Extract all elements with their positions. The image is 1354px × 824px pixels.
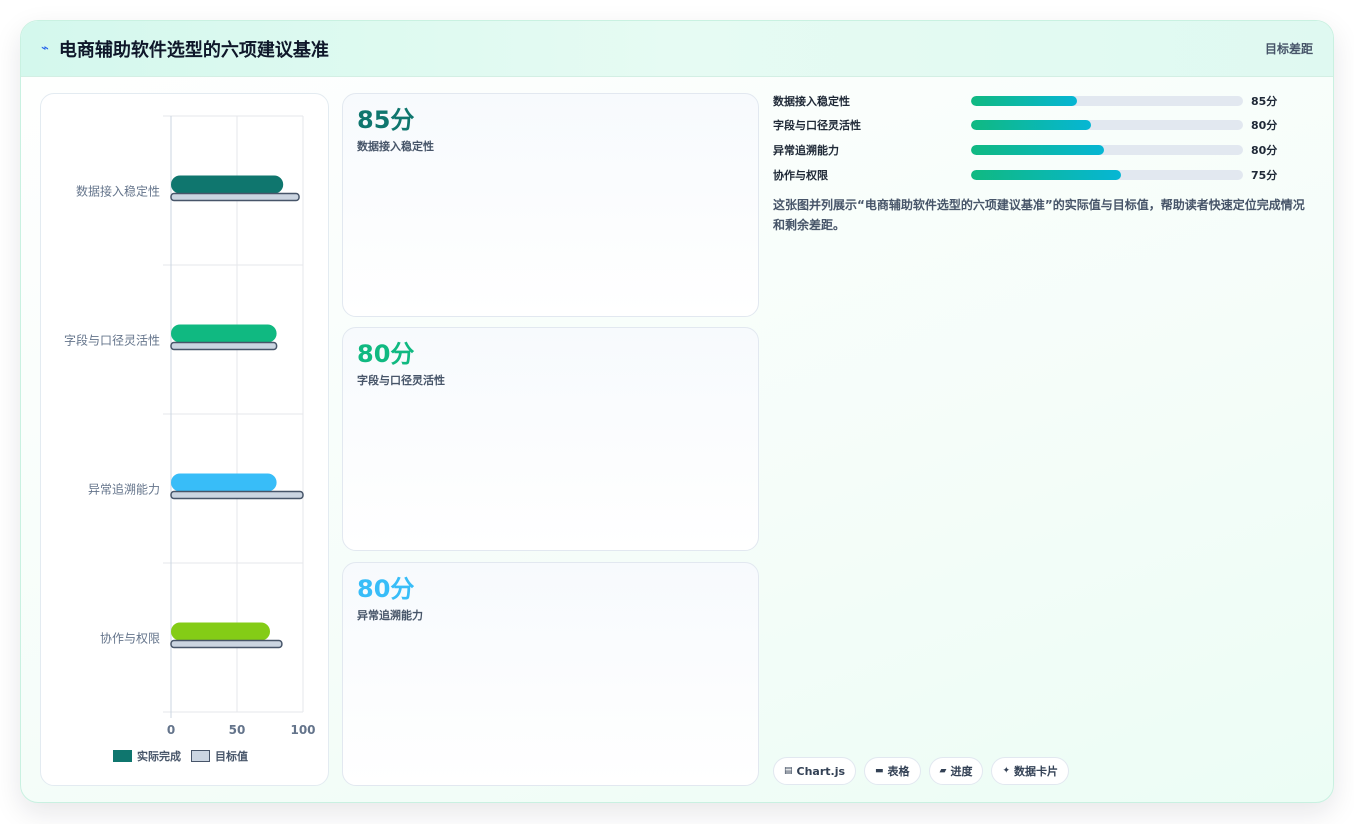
header-tag: 目标差距 (1264, 42, 1313, 56)
bar-actual (171, 175, 284, 194)
x-tick-label: 100 (290, 723, 315, 737)
kpi-value: 80分 (357, 340, 415, 368)
bar-actual (171, 622, 270, 641)
progress-track (971, 145, 1243, 155)
kpi-value: 85分 (357, 106, 415, 134)
progress-value: 75分 (1251, 169, 1278, 182)
chip-label: 进度 (950, 765, 973, 778)
progress-label: 字段与口径灵活性 (773, 119, 861, 132)
progress-track (971, 170, 1243, 180)
x-tick-label: 0 (167, 723, 175, 737)
progress-label: 协作与权限 (773, 169, 828, 182)
page-title: 电商辅助软件选型的六项建议基准 (58, 39, 329, 61)
tech-chips: ▤ Chart.js ▬ 表格 ▰ 进度 ✦ 数据卡片 (773, 757, 1070, 785)
chart-icon: ▤ (784, 766, 793, 776)
kpi-label: 异常追溯能力 (357, 609, 423, 622)
lightning-icon: ⌁ (41, 41, 49, 56)
kpi-value: 80分 (357, 575, 415, 603)
progress-value: 80分 (1251, 144, 1278, 157)
legend-swatch-actual (113, 750, 132, 762)
legend-item-target[interactable]: 目标值 (191, 748, 248, 764)
progress-track (971, 96, 1243, 106)
progress-fill (971, 170, 1121, 180)
title-wrap: ⌁ 电商辅助软件选型的六项建议基准 (41, 36, 329, 62)
progress-panel: 数据接入稳定性 85分 字段与口径灵活性 80分 异常追溯能力 80分 协作与权… (773, 93, 1318, 786)
category-label: 异常追溯能力 (88, 482, 160, 497)
progress-label: 数据接入稳定性 (773, 95, 850, 108)
progress-fill (971, 96, 1078, 106)
legend-label-actual: 实际完成 (137, 750, 181, 763)
legend-item-actual[interactable]: 实际完成 (113, 748, 181, 764)
chip-chartjs[interactable]: ▤ Chart.js (773, 757, 857, 785)
chip-label: 数据卡片 (1014, 765, 1059, 778)
progress-row: 协作与权限 75分 (773, 167, 1318, 183)
chart-legend: 实际完成 目标值 (113, 748, 248, 764)
header: ⌁ 电商辅助软件选型的六项建议基准 目标差距 (21, 21, 1333, 77)
progress-track (971, 120, 1243, 130)
progress-fill (971, 120, 1091, 130)
x-tick-label: 50 (229, 723, 246, 737)
bar-target (170, 341, 278, 351)
kpi-card: 80分 字段与口径灵活性 (342, 327, 759, 551)
chip-progress[interactable]: ▰ 进度 (928, 757, 984, 785)
progress-row: 字段与口径灵活性 80分 (773, 117, 1318, 133)
card-icon: ✦ (1002, 766, 1011, 776)
legend-label-target: 目标值 (215, 750, 248, 763)
progress-row: 异常追溯能力 80分 (773, 142, 1318, 158)
dashboard-frame: ⌁ 电商辅助软件选型的六项建议基准 目标差距 0 50 100 数据接入稳定性 字段与口… (20, 20, 1334, 803)
chip-label: Chart.js (796, 764, 846, 778)
progress-fill (971, 145, 1105, 155)
chip-table[interactable]: ▬ 表格 (864, 757, 921, 785)
bar-target (170, 639, 283, 649)
chart-card: 0 50 100 数据接入稳定性字段与口径灵活性异常追溯能力协作与权限 实际完成 目标… (40, 93, 329, 786)
chip-data-card[interactable]: ✦ 数据卡片 (991, 757, 1070, 785)
kpi-card: 85分 数据接入稳定性 (342, 93, 759, 317)
chip-label: 表格 (887, 765, 910, 778)
progress-icon: ▰ (939, 766, 947, 776)
bar-chart: 0 50 100 数据接入稳定性字段与口径灵活性异常追溯能力协作与权限 (64, 115, 316, 737)
kpi-label: 数据接入稳定性 (357, 140, 434, 153)
category-label: 字段与口径灵活性 (64, 333, 160, 348)
category-label: 协作与权限 (100, 631, 160, 646)
category-label: 数据接入稳定性 (76, 184, 160, 199)
progress-label: 异常追溯能力 (773, 144, 839, 157)
bar-actual (171, 473, 277, 492)
bar-target (170, 192, 300, 202)
chart-description: 这张图并列展示“电商辅助软件选型的六项建议基准”的实际值与目标值，帮助读者快速定… (773, 198, 1305, 232)
bar-target (170, 490, 304, 500)
bar-actual (171, 324, 277, 343)
progress-row: 数据接入稳定性 85分 (773, 93, 1318, 109)
progress-value: 85分 (1251, 95, 1278, 108)
progress-value: 80分 (1251, 119, 1278, 132)
kpi-card: 80分 异常追溯能力 (342, 562, 759, 786)
legend-swatch-target (191, 750, 210, 762)
kpi-label: 字段与口径灵活性 (357, 374, 445, 387)
table-icon: ▬ (875, 766, 884, 776)
